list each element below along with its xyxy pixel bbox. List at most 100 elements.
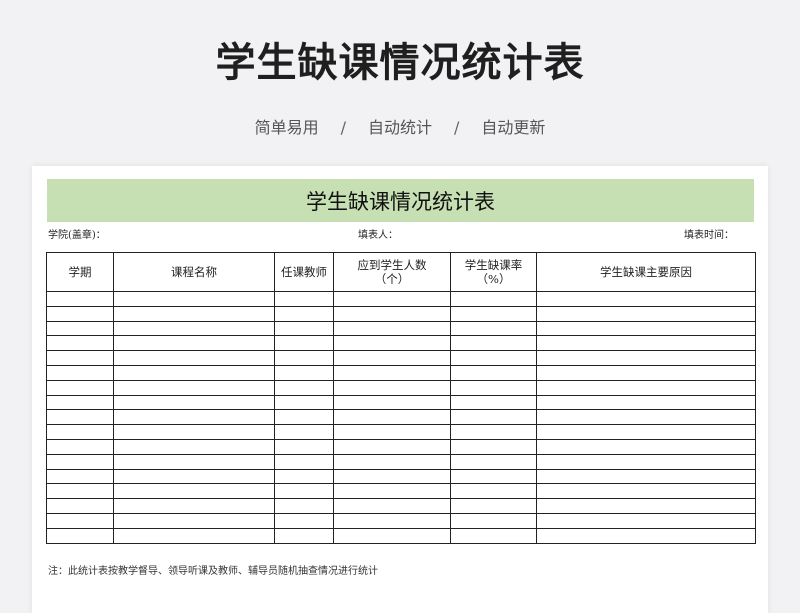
col-header-course-name: 课程名称 xyxy=(113,252,275,292)
table-row xyxy=(46,320,756,337)
page-title: 学生缺课情况统计表 xyxy=(215,40,585,86)
table-cell xyxy=(274,498,334,514)
table-cell xyxy=(46,335,114,352)
table-cell xyxy=(536,350,756,366)
table-cell xyxy=(536,305,756,322)
table-cell xyxy=(333,320,451,337)
table-cell xyxy=(536,394,756,411)
table-cell xyxy=(46,379,114,396)
table-cell xyxy=(536,438,756,455)
table-cell xyxy=(333,364,451,381)
table-cell xyxy=(450,379,537,396)
table-cell xyxy=(274,364,334,381)
table-row xyxy=(46,364,756,381)
table-cell xyxy=(46,350,114,366)
table-row xyxy=(46,409,756,426)
table-cell xyxy=(274,453,334,470)
table-cell xyxy=(450,320,537,337)
col-header-expected-students: 应到学生人数 （个） xyxy=(333,252,451,292)
table-cell xyxy=(450,305,537,322)
feature-easy: 简单易用 xyxy=(254,118,319,137)
table-cell xyxy=(46,394,114,411)
table-cell xyxy=(113,379,275,396)
table-cell xyxy=(46,305,114,322)
table-cell xyxy=(274,350,334,366)
table-cell xyxy=(274,527,334,544)
table-cell xyxy=(113,364,275,381)
table-cell xyxy=(536,379,756,396)
table-cell xyxy=(46,409,114,426)
table-cell xyxy=(450,483,537,500)
table-cell xyxy=(113,438,275,455)
table-cell xyxy=(46,527,114,544)
table-row xyxy=(46,483,756,500)
col-header-absence-reason: 学生缺课主要原因 xyxy=(536,252,756,292)
table-cell xyxy=(113,453,275,470)
table-cell xyxy=(274,512,334,529)
table-cell xyxy=(113,468,275,485)
table-cell xyxy=(536,424,756,440)
table-cell xyxy=(46,364,114,381)
table-cell xyxy=(536,291,756,307)
table-cell xyxy=(274,424,334,440)
table-cell xyxy=(333,453,451,470)
table-cell xyxy=(450,498,537,514)
table-cell xyxy=(46,468,114,485)
table-cell xyxy=(274,394,334,411)
table-cell xyxy=(536,527,756,544)
table-cell xyxy=(113,527,275,544)
table-cell xyxy=(450,291,537,307)
sheet-title-banner: 学生缺课情况统计表 xyxy=(47,179,754,222)
table-cell xyxy=(536,498,756,514)
table-cell xyxy=(46,498,114,514)
table-cell xyxy=(333,394,451,411)
college-label: 学院(盖章)： xyxy=(48,230,106,241)
table-cell xyxy=(536,453,756,470)
table-cell xyxy=(536,483,756,500)
table-cell xyxy=(113,498,275,514)
table-cell xyxy=(46,438,114,455)
table-body xyxy=(46,291,756,544)
table-cell xyxy=(333,335,451,352)
separator: / xyxy=(340,118,346,137)
filler-label: 填表人： xyxy=(358,230,398,241)
table-cell xyxy=(46,320,114,337)
table-cell xyxy=(113,305,275,322)
table-cell xyxy=(450,527,537,544)
table-cell xyxy=(113,409,275,426)
table-cell xyxy=(113,483,275,500)
table-cell xyxy=(113,291,275,307)
table-row xyxy=(46,453,756,470)
table-cell xyxy=(536,409,756,426)
footnote: 注：此统计表按教学督导、领导听课及教师、辅导员随机抽查情况进行统计 xyxy=(48,566,378,577)
table-cell xyxy=(274,320,334,337)
table-cell xyxy=(450,409,537,426)
table-cell xyxy=(274,438,334,455)
table-row xyxy=(46,424,756,440)
table-cell xyxy=(536,512,756,529)
table-cell xyxy=(274,483,334,500)
table-cell xyxy=(536,335,756,352)
table-row xyxy=(46,291,756,307)
table-row xyxy=(46,379,756,396)
table-row xyxy=(46,305,756,322)
table-cell xyxy=(333,409,451,426)
table-cell xyxy=(333,350,451,366)
table-cell xyxy=(113,335,275,352)
table-row xyxy=(46,394,756,411)
table-cell xyxy=(46,291,114,307)
col-header-term: 学期 xyxy=(46,252,114,292)
table-cell xyxy=(333,498,451,514)
table-cell xyxy=(274,305,334,322)
table-header-row: 学期 课程名称 任课教师 应到学生人数 （个） 学生缺课率 （%） 学生缺课主要原因 xyxy=(46,252,756,292)
table-cell xyxy=(113,424,275,440)
table-cell xyxy=(333,424,451,440)
col-header-absence-rate: 学生缺课率 （%） xyxy=(450,252,537,292)
table-cell xyxy=(450,394,537,411)
feature-auto-update: 自动更新 xyxy=(481,118,546,137)
date-label: 填表时间： xyxy=(684,230,734,241)
table-cell xyxy=(450,453,537,470)
col-header-teacher: 任课教师 xyxy=(274,252,334,292)
table-cell xyxy=(450,468,537,485)
table-cell xyxy=(113,320,275,337)
